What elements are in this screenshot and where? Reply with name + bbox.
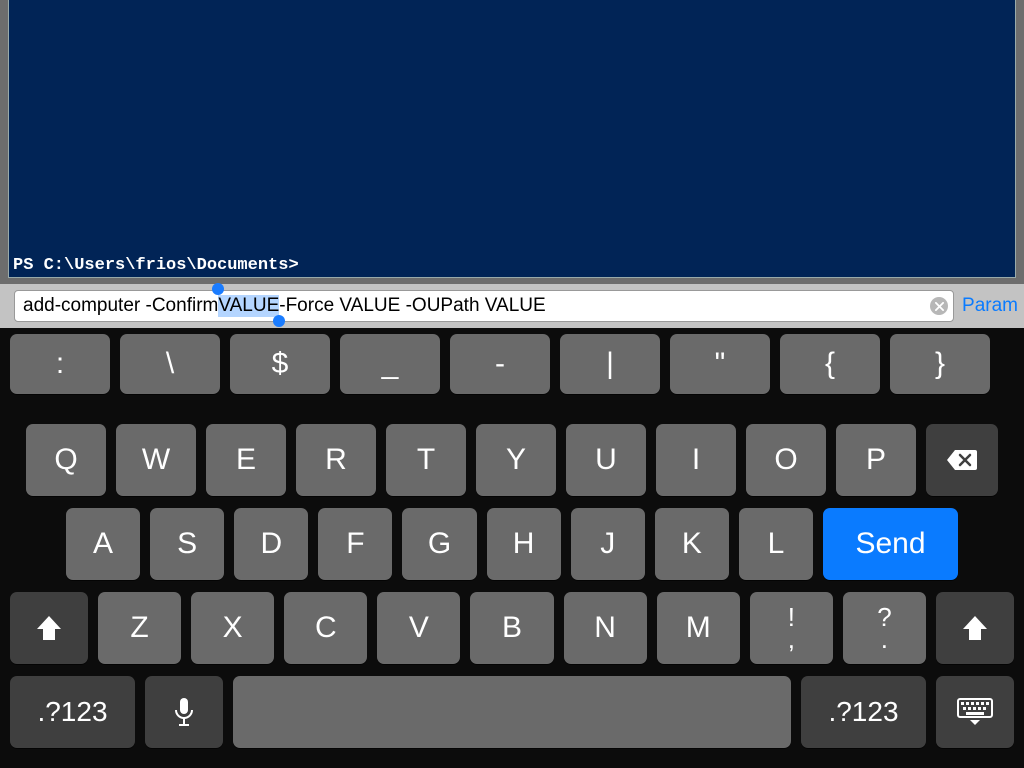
key-m[interactable]: M bbox=[657, 592, 740, 664]
space-key[interactable] bbox=[233, 676, 791, 748]
key-[interactable]: _ bbox=[340, 334, 440, 394]
keyboard-dismiss-icon bbox=[956, 697, 994, 727]
numeric-mode-key-left[interactable]: .?123 bbox=[10, 676, 135, 748]
numeric-mode-key-right[interactable]: .?123 bbox=[801, 676, 926, 748]
keyboard-row-2: QWERTYUIOP bbox=[6, 424, 1018, 496]
key-l[interactable]: L bbox=[739, 508, 813, 580]
shift-icon bbox=[34, 614, 64, 642]
key-[interactable]: : bbox=[10, 334, 110, 394]
command-input[interactable] bbox=[14, 290, 954, 322]
key-[interactable]: - bbox=[450, 334, 550, 394]
microphone-icon bbox=[173, 696, 195, 728]
clear-input-button[interactable] bbox=[930, 297, 948, 315]
send-key[interactable]: Send bbox=[823, 508, 958, 580]
backspace-icon bbox=[945, 448, 979, 472]
key-u[interactable]: U bbox=[566, 424, 646, 496]
shift-key-left[interactable] bbox=[10, 592, 88, 664]
command-field-wrap: add-computer -Confirm VALUE -Force VALUE… bbox=[14, 290, 954, 322]
key-i[interactable]: I bbox=[656, 424, 736, 496]
terminal-output bbox=[9, 0, 1015, 254]
keyboard-row-4: ZXCVBNM!,?. bbox=[6, 592, 1018, 664]
key-w[interactable]: W bbox=[116, 424, 196, 496]
key-[interactable]: { bbox=[780, 334, 880, 394]
key-f[interactable]: F bbox=[318, 508, 392, 580]
key-a[interactable]: A bbox=[66, 508, 140, 580]
shift-key-right[interactable] bbox=[936, 592, 1014, 664]
key-g[interactable]: G bbox=[402, 508, 476, 580]
terminal-prompt: PS C:\Users\frios\Documents> bbox=[9, 254, 1015, 277]
key-question-period[interactable]: ?. bbox=[843, 592, 926, 664]
key-exclaim-comma[interactable]: !, bbox=[750, 592, 833, 664]
keyboard-row-3: ASDFGHJKLSend bbox=[6, 508, 1018, 580]
key-r[interactable]: R bbox=[296, 424, 376, 496]
key-o[interactable]: O bbox=[746, 424, 826, 496]
key-q[interactable]: Q bbox=[26, 424, 106, 496]
keyboard-row-5: .?123 .?123 bbox=[6, 676, 1018, 748]
key-[interactable]: " bbox=[670, 334, 770, 394]
key-x[interactable]: X bbox=[191, 592, 274, 664]
key-p[interactable]: P bbox=[836, 424, 916, 496]
on-screen-keyboard: :\$_-|"{} QWERTYUIOP ASDFGHJKLSend ZXCVB… bbox=[0, 328, 1024, 768]
app-root: PS C:\Users\frios\Documents> add-compute… bbox=[0, 0, 1024, 768]
close-icon bbox=[935, 302, 944, 311]
keyboard-symbol-row: :\$_-|"{} bbox=[6, 334, 1018, 394]
key-b[interactable]: B bbox=[470, 592, 553, 664]
key-s[interactable]: S bbox=[150, 508, 224, 580]
key-k[interactable]: K bbox=[655, 508, 729, 580]
terminal[interactable]: PS C:\Users\frios\Documents> bbox=[8, 0, 1016, 278]
key-j[interactable]: J bbox=[571, 508, 645, 580]
key-h[interactable]: H bbox=[487, 508, 561, 580]
key-c[interactable]: C bbox=[284, 592, 367, 664]
key-d[interactable]: D bbox=[234, 508, 308, 580]
param-link[interactable]: Param bbox=[962, 295, 1020, 317]
key-[interactable]: } bbox=[890, 334, 990, 394]
command-bar: add-computer -Confirm VALUE -Force VALUE… bbox=[0, 284, 1024, 328]
key-e[interactable]: E bbox=[206, 424, 286, 496]
key-[interactable]: | bbox=[560, 334, 660, 394]
key-n[interactable]: N bbox=[564, 592, 647, 664]
key-v[interactable]: V bbox=[377, 592, 460, 664]
key-z[interactable]: Z bbox=[98, 592, 181, 664]
key-[interactable]: $ bbox=[230, 334, 330, 394]
terminal-container: PS C:\Users\frios\Documents> bbox=[0, 0, 1024, 284]
backspace-key[interactable] bbox=[926, 424, 998, 496]
dismiss-keyboard-key[interactable] bbox=[936, 676, 1014, 748]
key-t[interactable]: T bbox=[386, 424, 466, 496]
dictation-key[interactable] bbox=[145, 676, 223, 748]
key-y[interactable]: Y bbox=[476, 424, 556, 496]
shift-icon bbox=[960, 614, 990, 642]
key-[interactable]: \ bbox=[120, 334, 220, 394]
